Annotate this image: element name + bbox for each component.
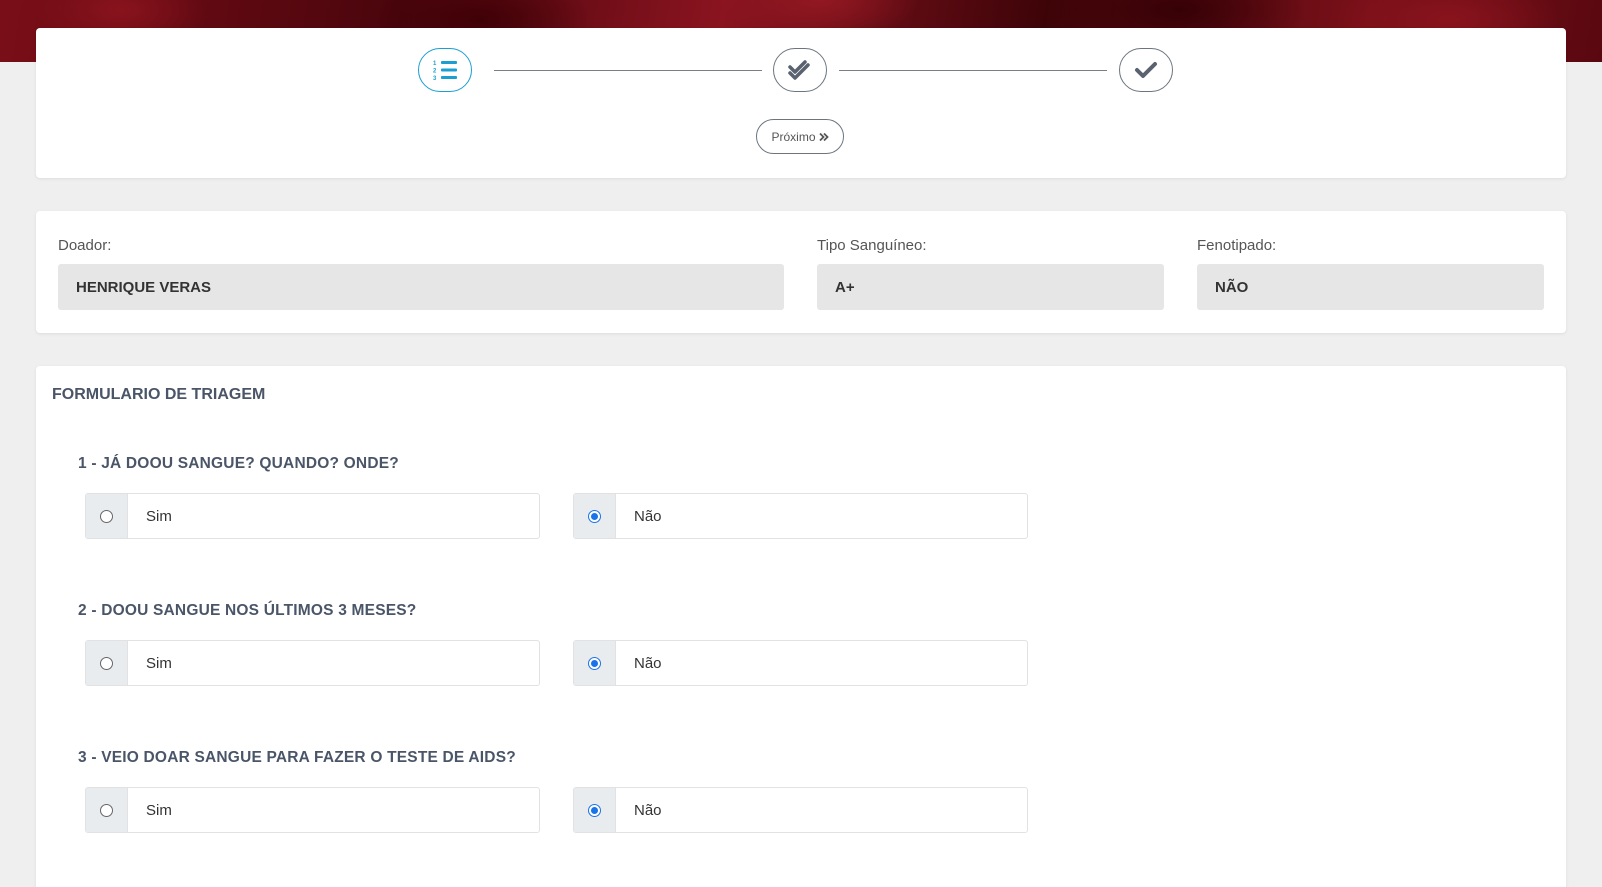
next-button-label: Próximo <box>771 129 816 144</box>
option-label: Não <box>634 801 662 819</box>
question-2-option-sim[interactable]: Sim <box>85 640 540 686</box>
question-2-option-nao[interactable]: Não <box>573 640 1028 686</box>
radio-button[interactable] <box>588 509 601 523</box>
option-label: Sim <box>146 507 172 525</box>
option-label: Não <box>634 654 662 672</box>
radio-button[interactable] <box>588 656 601 670</box>
option-label: Não <box>634 507 662 525</box>
double-chevron-right-icon <box>818 132 829 141</box>
radio-button[interactable] <box>100 803 113 817</box>
svg-text:3: 3 <box>433 76 437 82</box>
radio-button[interactable] <box>588 803 601 817</box>
double-check-icon <box>788 60 810 80</box>
blood-type-label: Tipo Sanguíneo: <box>817 237 927 254</box>
question-3-option-sim[interactable]: Sim <box>85 787 540 833</box>
question-2: 2 - DOOU SANGUE NOS ÚLTIMOS 3 MESES? <box>78 602 417 619</box>
step-2-button[interactable] <box>773 48 827 92</box>
blood-type-field: A+ <box>817 264 1164 310</box>
stepper-card: 1 2 3 Próximo <box>36 28 1566 178</box>
list-ordered-icon: 1 2 3 <box>433 61 457 82</box>
step-1-button[interactable]: 1 2 3 <box>418 48 472 92</box>
donor-info-card: Doador: HENRIQUE VERAS Tipo Sanguíneo: A… <box>36 211 1566 333</box>
step-connector <box>839 70 1107 71</box>
check-icon <box>1135 62 1157 78</box>
option-label: Sim <box>146 801 172 819</box>
donor-field: HENRIQUE VERAS <box>58 264 784 310</box>
step-3-button[interactable] <box>1119 48 1173 92</box>
question-3-option-nao[interactable]: Não <box>573 787 1028 833</box>
svg-text:1: 1 <box>433 61 437 67</box>
radio-button[interactable] <box>100 656 113 670</box>
phenotyped-field: NÃO <box>1197 264 1544 310</box>
svg-text:2: 2 <box>433 69 437 75</box>
question-1-option-sim[interactable]: Sim <box>85 493 540 539</box>
donor-label: Doador: <box>58 237 112 254</box>
step-connector <box>494 70 762 71</box>
radio-cell <box>86 641 128 685</box>
screening-form-card: FORMULARIO DE TRIAGEM 1 - JÁ DOOU SANGUE… <box>36 366 1566 887</box>
option-label: Sim <box>146 654 172 672</box>
question-1-option-nao[interactable]: Não <box>573 493 1028 539</box>
radio-cell <box>574 641 616 685</box>
radio-cell <box>574 788 616 832</box>
radio-cell <box>86 494 128 538</box>
next-button[interactable]: Próximo <box>756 119 844 154</box>
question-1: 1 - JÁ DOOU SANGUE? QUANDO? ONDE? <box>78 455 399 472</box>
form-title: FORMULARIO DE TRIAGEM <box>52 386 266 403</box>
radio-cell <box>574 494 616 538</box>
question-3: 3 - VEIO DOAR SANGUE PARA FAZER O TESTE … <box>78 749 516 766</box>
phenotyped-label: Fenotipado: <box>1197 237 1277 254</box>
radio-cell <box>86 788 128 832</box>
radio-button[interactable] <box>100 509 113 523</box>
